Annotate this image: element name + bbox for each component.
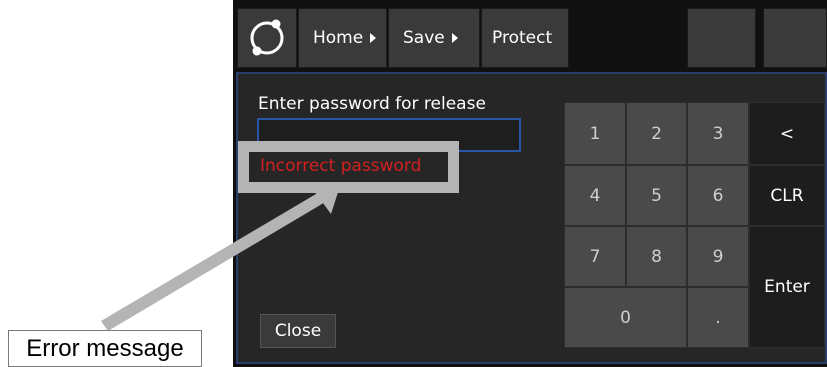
callout-label: Error message bbox=[8, 330, 202, 367]
error-highlight-box bbox=[238, 141, 459, 193]
arrow-shaft bbox=[101, 191, 327, 331]
